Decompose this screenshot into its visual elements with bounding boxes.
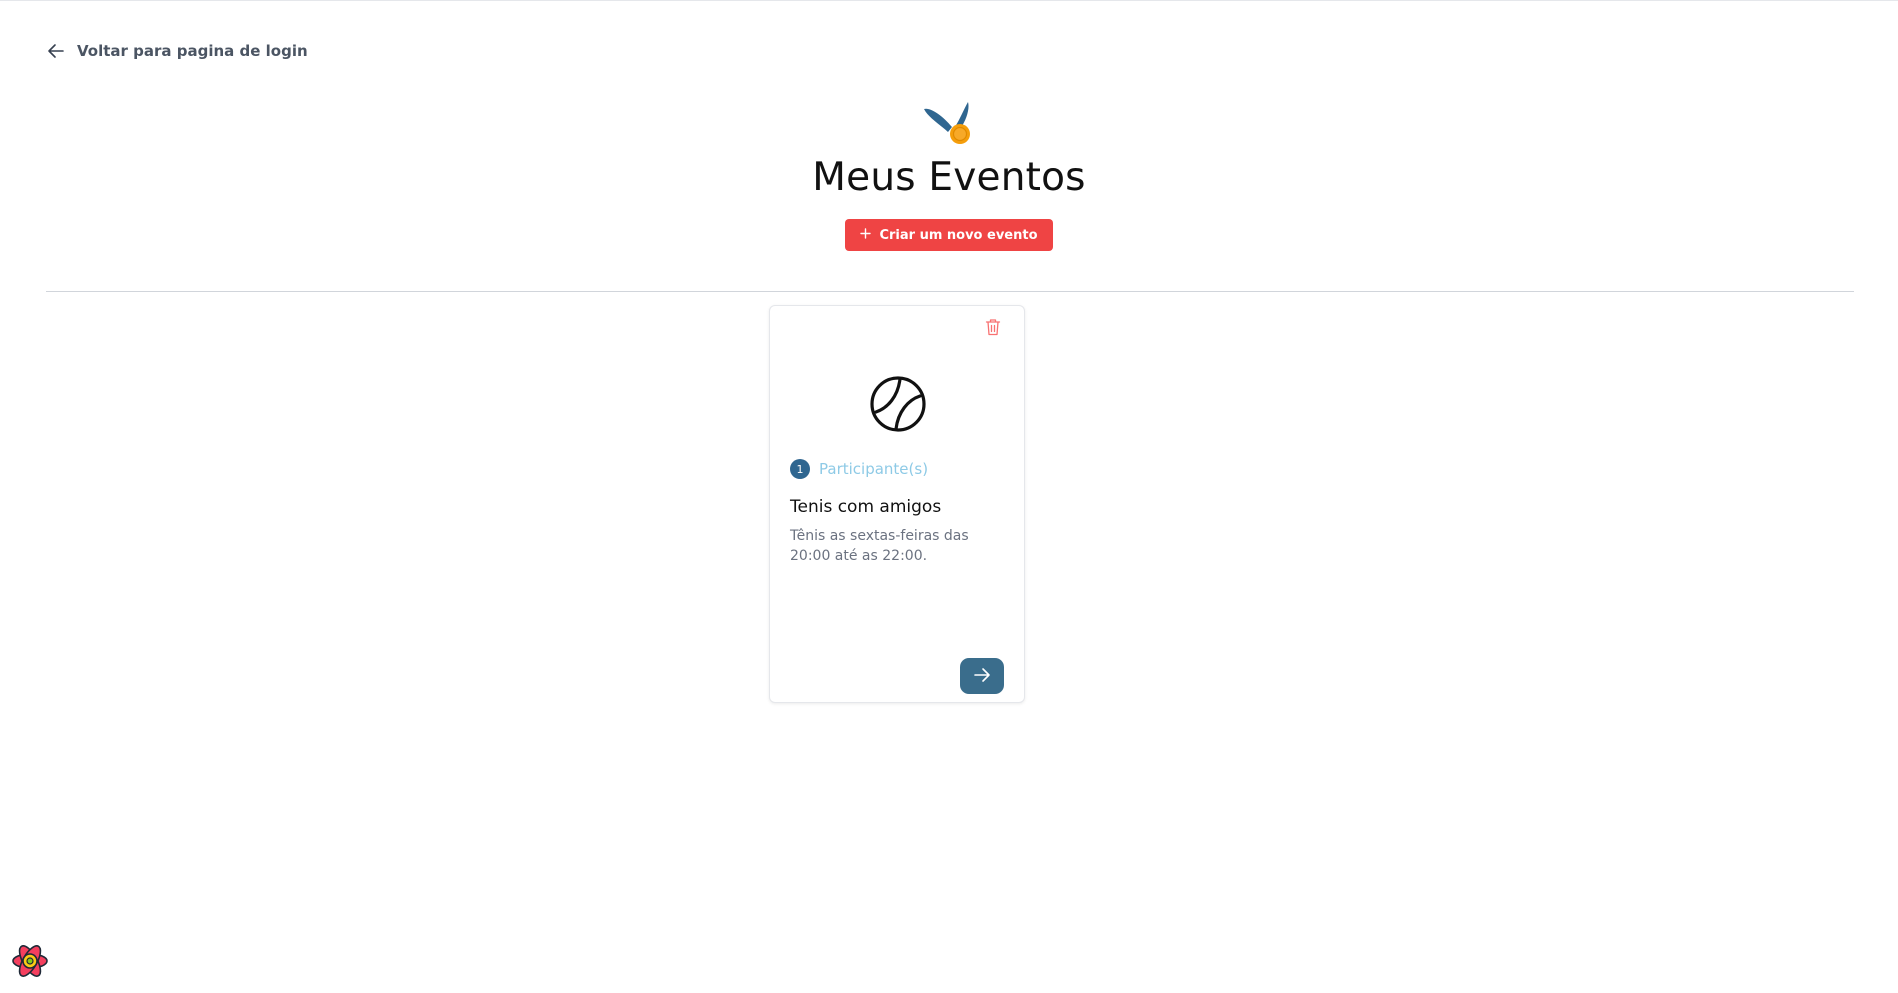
react-query-devtools-icon[interactable] — [10, 941, 50, 981]
create-event-button[interactable]: Criar um novo evento — [845, 219, 1053, 251]
participants-info: 1 Participante(s) — [790, 459, 928, 479]
arrow-left-icon — [46, 41, 66, 61]
participants-label: Participante(s) — [819, 460, 929, 478]
back-link-label: Voltar para pagina de login — [77, 42, 308, 60]
back-to-login-link[interactable]: Voltar para pagina de login — [46, 41, 308, 61]
delete-event-button[interactable] — [982, 318, 1004, 340]
page-title: Meus Eventos — [812, 155, 1086, 200]
event-title: Tenis com amigos — [790, 497, 942, 517]
page-header: Meus Eventos Criar um novo evento — [0, 99, 1898, 251]
open-event-button[interactable] — [960, 658, 1004, 694]
plus-icon — [860, 227, 872, 243]
page: Voltar para pagina de login Meus Eventos… — [0, 0, 1898, 993]
divider — [46, 291, 1854, 292]
trash-icon — [985, 318, 1001, 340]
arrow-right-icon — [973, 666, 991, 687]
event-description: Tênis as sextas-feiras das 20:00 até as … — [790, 528, 969, 564]
create-event-label: Criar um novo evento — [879, 227, 1038, 243]
event-card: 1 Participante(s) Tenis com amigos Tênis… — [769, 305, 1025, 703]
participants-count: 1 — [790, 459, 810, 479]
medal-icon — [920, 99, 978, 145]
tennis-ball-icon — [868, 374, 928, 434]
